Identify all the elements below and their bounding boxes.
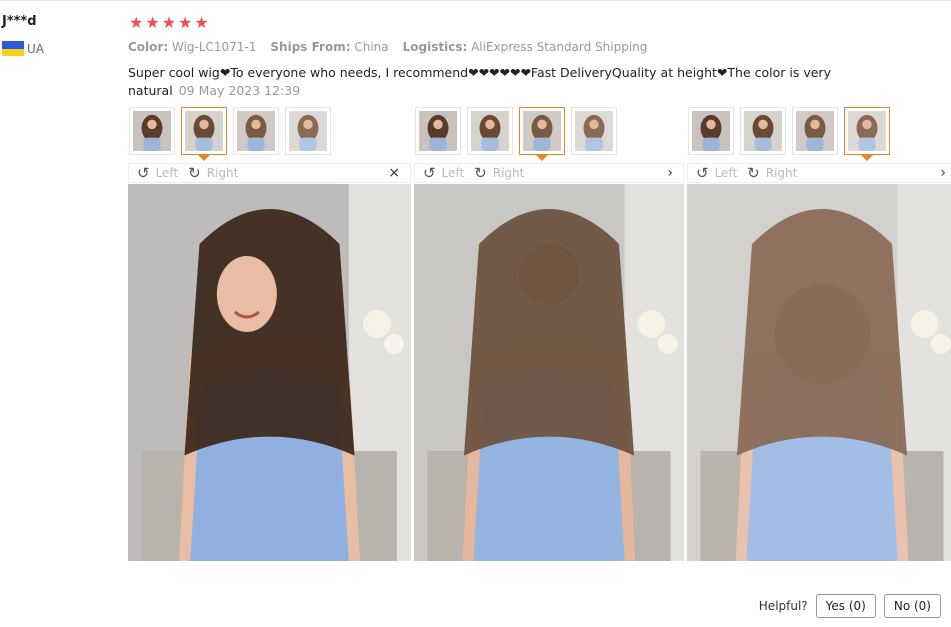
review-thumbnail[interactable] [688,107,734,155]
photo-thumbnail-icon [237,111,275,151]
review-thumbnail[interactable] [844,107,890,161]
helpful-label: Helpful? [758,599,808,613]
review-gallery: ↺ Left ↻ Right › [687,107,951,561]
star-icon: ★ [145,13,160,32]
rotate-right-icon: ↻ [747,164,760,182]
review-thumbnail[interactable] [467,107,513,155]
photo-thumbnail-icon [692,111,730,151]
wig-photo-image [128,184,411,561]
review-photo[interactable] [128,184,411,561]
review-body: Super cool wig❤To everyone who needs, I … [128,64,848,100]
rotate-left-button[interactable]: ↺ Left [137,164,178,182]
star-icon: ★ [194,13,209,32]
photo-thumbnail-icon [523,111,561,151]
rotate-left-icon: ↺ [423,164,436,182]
photo-thumbnail-icon [133,111,171,151]
review-thumbnail[interactable] [181,107,227,161]
attr-ships-from: Ships From: China [270,40,389,54]
rotate-left-icon: ↺ [696,164,709,182]
review-gallery: ↺ Left ↻ Right › [414,107,684,561]
rotate-toolbar: ↺ Left ↻ Right › [687,163,951,183]
ukraine-flag-icon [2,41,24,56]
photo-thumbnail-icon [848,111,886,151]
rotate-right-button[interactable]: ↻ Right [474,164,524,182]
rotate-right-icon: ↻ [188,164,201,182]
rotate-left-icon: ↺ [137,164,150,182]
rotate-left-button[interactable]: ↺ Left [423,164,464,182]
photo-thumbnail-icon [575,111,613,151]
rotate-toolbar: ↺ Left ↻ Right › [414,163,684,183]
review-thumbnail[interactable] [792,107,838,155]
thumbnail-strip [128,107,411,161]
review-photo[interactable] [414,184,684,561]
attr-color: Color: Wig-LC1071-1 [128,40,257,54]
photo-thumbnail-icon [471,111,509,151]
attr-logistics: Logistics: AliExpress Standard Shipping [402,40,648,54]
top-divider [0,0,951,1]
star-rating: ★ ★ ★ ★ ★ [129,14,209,32]
star-icon: ★ [178,13,193,32]
review-thumbnail[interactable] [740,107,786,155]
photo-thumbnail-icon [185,111,223,151]
close-icon[interactable]: × [388,165,400,181]
thumbnail-strip [414,107,684,161]
next-arrow-icon[interactable]: › [940,165,946,181]
photo-thumbnail-icon [419,111,457,151]
rotate-right-button[interactable]: ↻ Right [747,164,797,182]
review-thumbnail[interactable] [571,107,617,155]
reviewer-country: UA [2,41,44,56]
rotate-toolbar: ↺ Left ↻ Right × [128,163,411,183]
rotate-left-button[interactable]: ↺ Left [696,164,737,182]
photo-thumbnail-icon [289,111,327,151]
review-thumbnail[interactable] [233,107,279,155]
rotate-right-icon: ↻ [474,164,487,182]
helpful-no-button[interactable]: No (0) [883,594,941,618]
review-photo[interactable] [687,184,951,561]
review-thumbnail[interactable] [285,107,331,155]
photo-thumbnail-icon [796,111,834,151]
review-thumbnail[interactable] [129,107,175,155]
star-icon: ★ [161,13,177,32]
reviewer-name: J***d [2,14,37,29]
order-attributes: Color: Wig-LC1071-1 Ships From: China Lo… [128,40,647,54]
wig-photo-image [414,184,684,561]
review-date: 09 May 2023 12:39 [178,83,301,98]
review-gallery: ↺ Left ↻ Right × [128,107,411,561]
helpful-yes-button[interactable]: Yes (0) [815,594,876,618]
review-thumbnail[interactable] [415,107,461,155]
rotate-right-button[interactable]: ↻ Right [188,164,238,182]
star-icon: ★ [129,13,144,32]
helpful-bar: Helpful? Yes (0) No (0) [759,594,941,618]
photo-thumbnail-icon [744,111,782,151]
next-arrow-icon[interactable]: › [667,165,673,181]
country-code: UA [27,41,44,56]
review-thumbnail[interactable] [519,107,565,161]
thumbnail-strip [687,107,951,161]
wig-photo-image [687,184,951,561]
